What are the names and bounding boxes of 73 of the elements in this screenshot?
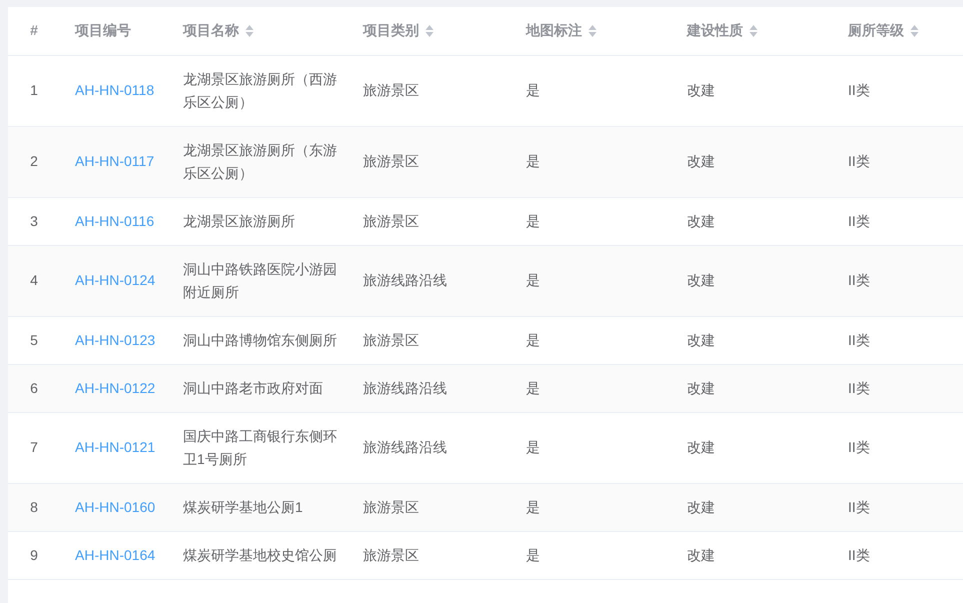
table-cell: 旅游景区 bbox=[363, 546, 419, 562]
row-number: 6 bbox=[30, 380, 38, 396]
table-cell: II类 bbox=[848, 332, 870, 348]
column-header[interactable]: 项目类别 bbox=[363, 20, 434, 42]
sort-icon[interactable] bbox=[588, 24, 597, 38]
table-cell: 改建 bbox=[687, 439, 715, 455]
row-number: 2 bbox=[30, 153, 38, 169]
table-cell: 龙湖景区旅游厕所 bbox=[183, 212, 295, 228]
table-cell: 是 bbox=[526, 153, 540, 169]
project-code-link[interactable]: AH-HN-0123 bbox=[75, 332, 156, 348]
table-cell: 洞山中路老市政府对面 bbox=[183, 380, 323, 396]
table-cell: 煤炭研学基地校史馆公厕 bbox=[183, 546, 337, 562]
table-cell: 改建 bbox=[687, 546, 715, 562]
table-cell: 是 bbox=[526, 498, 540, 514]
table-cell: 旅游线路沿线 bbox=[363, 439, 447, 455]
table-cell: 改建 bbox=[687, 380, 715, 396]
column-header: # bbox=[30, 21, 38, 40]
table-cell: II类 bbox=[848, 380, 870, 396]
sort-icon[interactable] bbox=[910, 24, 919, 38]
table-cell: II类 bbox=[848, 498, 870, 514]
project-code-link[interactable]: AH-HN-0116 bbox=[75, 212, 154, 228]
row-number: 3 bbox=[30, 212, 38, 228]
project-code-link[interactable]: AH-HN-0121 bbox=[75, 439, 156, 455]
table-cell: 改建 bbox=[687, 332, 715, 348]
column-header[interactable]: 地图标注 bbox=[526, 20, 597, 42]
project-code-link[interactable]: AH-HN-0118 bbox=[75, 82, 154, 98]
table-cell: 旅游景区 bbox=[363, 82, 419, 98]
table-cell: 国庆中路工商银行东侧环卫1号厕所 bbox=[183, 428, 337, 466]
sort-icon[interactable] bbox=[749, 24, 758, 38]
table-cell: 煤炭研学基地公厕1 bbox=[183, 498, 303, 514]
table-cell: 龙湖景区旅游厕所（东游乐区公厕） bbox=[183, 142, 337, 180]
table-cell: 改建 bbox=[687, 212, 715, 228]
column-header[interactable]: 项目名称 bbox=[183, 20, 254, 42]
table-cell: 是 bbox=[526, 546, 540, 562]
table-cell: 洞山中路铁路医院小游园附近厕所 bbox=[183, 260, 337, 300]
table-cell: 旅游景区 bbox=[363, 153, 419, 169]
row-number: 4 bbox=[30, 272, 38, 288]
project-code-link[interactable]: AH-HN-0124 bbox=[75, 272, 156, 288]
table-cell: 旅游线路沿线 bbox=[363, 380, 447, 396]
table-cell: 旅游景区 bbox=[363, 332, 419, 348]
column-header[interactable]: 建设性质 bbox=[687, 20, 758, 42]
column-header[interactable]: 厕所等级 bbox=[848, 20, 919, 42]
table-cell: 是 bbox=[526, 272, 540, 288]
table-cell: 改建 bbox=[687, 272, 715, 288]
table-cell: II类 bbox=[848, 212, 870, 228]
project-code-link[interactable]: AH-HN-0164 bbox=[75, 546, 156, 562]
row-number: 8 bbox=[30, 498, 38, 514]
table-cell: 旅游景区 bbox=[363, 498, 419, 514]
table-cell: II类 bbox=[848, 546, 870, 562]
table-cell: 改建 bbox=[687, 153, 715, 169]
table-cell: 旅游线路沿线 bbox=[363, 272, 447, 288]
project-code-link[interactable]: AH-HN-0117 bbox=[75, 153, 154, 169]
table-cell: 改建 bbox=[687, 82, 715, 98]
sort-icon[interactable] bbox=[245, 24, 254, 38]
table-cell: II类 bbox=[848, 439, 870, 455]
table-cell: 旅游景区 bbox=[363, 212, 419, 228]
table-cell: II类 bbox=[848, 153, 870, 169]
table-cell: 是 bbox=[526, 380, 540, 396]
sort-icon[interactable] bbox=[425, 24, 434, 38]
table-cell: 龙湖景区旅游厕所（西游乐区公厕） bbox=[183, 70, 337, 110]
table-cell: II类 bbox=[848, 82, 870, 98]
table-cell: 改建 bbox=[687, 498, 715, 514]
table-cell: 洞山中路博物馆东侧厕所 bbox=[183, 332, 337, 348]
row-number: 1 bbox=[30, 82, 38, 98]
row-number: 9 bbox=[30, 546, 38, 562]
row-number: 7 bbox=[30, 439, 38, 455]
column-header: 项目编号 bbox=[75, 21, 131, 40]
table-cell: 是 bbox=[526, 212, 540, 228]
table-cell: 是 bbox=[526, 332, 540, 348]
table-cell: 是 bbox=[526, 439, 540, 455]
table-cell: 是 bbox=[526, 82, 540, 98]
row-number: 5 bbox=[30, 332, 38, 348]
table-cell: II类 bbox=[848, 272, 870, 288]
